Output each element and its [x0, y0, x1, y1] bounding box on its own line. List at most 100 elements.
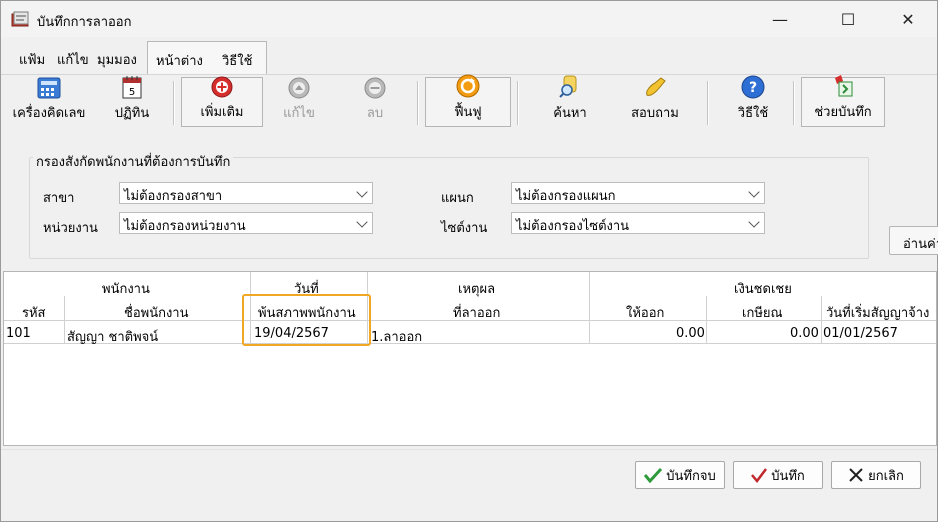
- refresh-button[interactable]: ฟื้นฟู: [425, 74, 511, 127]
- calculator-label: เครื่องคิดเลข: [12, 106, 86, 121]
- calendar-day: 5: [129, 87, 135, 98]
- column-header-code[interactable]: รหัส: [22, 302, 46, 323]
- leave-record-window: บันทึกการลาออก — ☐ ✕ แฟ้ม แก้ไข มุมมอง ห…: [0, 0, 938, 522]
- menu-edit[interactable]: แก้ไข: [57, 49, 89, 70]
- row-reason[interactable]: 1.ลาออก: [371, 326, 422, 347]
- toolbar-separator: [517, 81, 519, 125]
- site-select[interactable]: ไม่ต้องกรองไซต์งาน: [511, 212, 765, 234]
- group-header-reason: เหตุผล: [458, 282, 496, 297]
- delete-button[interactable]: ลบ: [347, 77, 403, 127]
- row-name[interactable]: สัญญา ชาติพจน์: [67, 326, 158, 347]
- help-icon: ?: [741, 75, 765, 99]
- maximize-icon: ☐: [840, 9, 856, 29]
- title-bar: บันทึกการลาออก — ☐ ✕: [1, 1, 937, 37]
- department-value: ไม่ต้องกรองแผนก: [516, 189, 616, 204]
- close-icon: [849, 468, 863, 482]
- save-assist-button[interactable]: ช่วยบันทึก: [801, 74, 885, 127]
- refresh-label: ฟื้นฟู: [454, 105, 482, 120]
- leave-grid: พนักงาน วันที่ เหตุผล เงินชดเชย รหัส ชื่…: [3, 271, 937, 446]
- calendar-button[interactable]: 5 ปฏิทิน: [105, 75, 159, 127]
- add-button[interactable]: เพิ่มเติม: [181, 76, 263, 127]
- window-title: บันทึกการลาออก: [37, 15, 132, 30]
- chevron-down-icon: [356, 186, 368, 198]
- menu-group: หน้าต่าง วิธีใช้: [147, 41, 267, 75]
- save-assist-label: ช่วยบันทึก: [814, 105, 872, 120]
- column-header-name[interactable]: ชื่อพนักงาน: [124, 302, 189, 323]
- search-icon: [558, 75, 582, 99]
- close-icon: ✕: [901, 9, 915, 29]
- group-header-compensation: เงินชดเชย: [734, 282, 792, 297]
- cancel-button[interactable]: ยกเลิก: [831, 461, 921, 489]
- close-button[interactable]: ✕: [885, 1, 931, 37]
- row-retire-pay[interactable]: 0.00: [790, 326, 819, 341]
- toolbar-separator: [793, 81, 795, 125]
- edit-label: แก้ไข: [283, 106, 315, 121]
- unit-value: ไม่ต้องกรองหน่วยงาน: [124, 219, 246, 234]
- save-button[interactable]: บันทึก: [733, 461, 823, 489]
- toolbar-separator: [707, 81, 709, 125]
- col-divider: [821, 296, 822, 344]
- minimize-button[interactable]: —: [757, 1, 803, 37]
- query-button[interactable]: สอบถาม: [623, 77, 687, 127]
- maximize-button[interactable]: ☐: [825, 1, 871, 37]
- col-divider: [706, 296, 707, 344]
- menu-view[interactable]: มุมมอง: [97, 49, 137, 70]
- search-button[interactable]: ค้นหา: [539, 75, 601, 127]
- help-button[interactable]: ? วิธีใช้: [723, 75, 783, 127]
- group-header-employee: พนักงาน: [102, 282, 150, 297]
- svg-text:?: ?: [749, 80, 757, 96]
- delete-label: ลบ: [366, 106, 384, 121]
- row-leave-pay[interactable]: 0.00: [676, 326, 705, 341]
- column-header-start-date[interactable]: วันที่เริ่มสัญญาจ้าง: [826, 302, 929, 323]
- column-header-reason[interactable]: ที่ลาออก: [453, 302, 500, 323]
- branch-value: ไม่ต้องกรองสาขา: [124, 189, 223, 204]
- save-label: บันทึก: [771, 468, 805, 484]
- phone-icon: [643, 75, 667, 99]
- row-start-date[interactable]: 01/01/2567: [823, 326, 898, 341]
- edit-icon: [287, 77, 311, 99]
- calendar-icon: 5: [120, 75, 144, 99]
- unit-label: หน่วยงาน: [43, 221, 98, 236]
- search-label: ค้นหา: [553, 106, 587, 121]
- save-close-label: บันทึกจบ: [666, 468, 716, 484]
- add-label: เพิ่มเติม: [200, 105, 244, 120]
- toolbar: เครื่องคิดเลข 5 ปฏิทิน เพิ่มเติม แก้ไข ล: [1, 74, 937, 131]
- column-header-leave-pay[interactable]: ให้ออก: [626, 302, 664, 323]
- termination-date-highlight: [242, 294, 371, 346]
- save-close-button[interactable]: บันทึกจบ: [635, 461, 725, 489]
- chevron-down-icon: [748, 216, 760, 228]
- calculator-icon: [37, 77, 61, 99]
- chevron-down-icon: [356, 216, 368, 228]
- branch-label: สาขา: [43, 191, 75, 206]
- add-icon: [210, 76, 234, 98]
- menu-file[interactable]: แฟ้ม: [19, 49, 45, 70]
- row-code[interactable]: 101: [6, 326, 31, 341]
- help-label: วิธีใช้: [737, 106, 769, 121]
- delete-icon: [363, 77, 387, 99]
- check-icon: [751, 468, 768, 483]
- query-label: สอบถาม: [631, 106, 679, 121]
- filter-group-title: กรองสังกัดพนักงานที่ต้องการบันทึก: [33, 151, 234, 172]
- cancel-label: ยกเลิก: [868, 468, 904, 484]
- menu-bar: แฟ้ม แก้ไข มุมมอง หน้าต่าง วิธีใช้: [7, 41, 267, 75]
- branch-select[interactable]: ไม่ต้องกรองสาขา: [119, 182, 373, 204]
- column-header-retire-pay[interactable]: เกษียณ: [742, 302, 783, 323]
- calculator-button[interactable]: เครื่องคิดเลข: [9, 77, 89, 127]
- minimize-icon: —: [772, 9, 788, 29]
- read-values-button[interactable]: อ่านค่า: [889, 226, 938, 255]
- calendar-label: ปฏิทิน: [114, 106, 150, 121]
- department-select[interactable]: ไม่ต้องกรองแผนก: [511, 182, 765, 204]
- menu-window[interactable]: หน้าต่าง: [156, 50, 203, 71]
- col-divider: [589, 272, 590, 344]
- refresh-icon: [456, 74, 480, 98]
- site-value: ไม่ต้องกรองไซต์งาน: [516, 219, 630, 234]
- toolbar-separator: [173, 81, 175, 125]
- edit-button[interactable]: แก้ไข: [271, 77, 327, 127]
- save-assist-icon: [831, 74, 855, 98]
- check-icon: [644, 467, 663, 483]
- app-icon: [11, 11, 29, 27]
- menu-help[interactable]: วิธีใช้: [222, 50, 252, 71]
- unit-select[interactable]: ไม่ต้องกรองหน่วยงาน: [119, 212, 373, 234]
- chevron-down-icon: [748, 186, 760, 198]
- site-label: ไซต์งาน: [441, 221, 488, 236]
